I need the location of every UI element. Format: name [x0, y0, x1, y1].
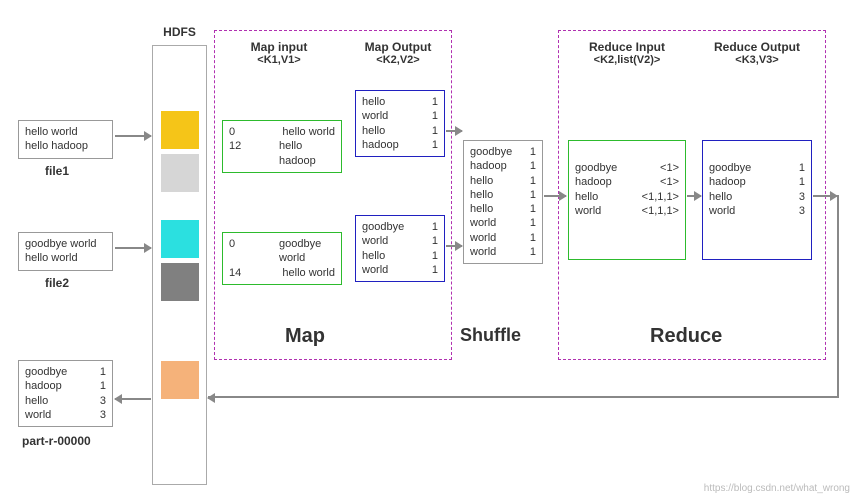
map-output-sub: <K2,V2> — [353, 54, 443, 66]
output-row: goodbye1 — [25, 365, 106, 379]
reduce-output-sub: <K3,V3> — [702, 54, 812, 66]
hdfs-block-4 — [161, 263, 199, 301]
reduce-input-header: Reduce Input <K2,list(V2)> — [572, 40, 682, 66]
map-out-row: hadoop1 — [362, 138, 438, 152]
map-out-row: world1 — [362, 234, 438, 248]
feedback-line-h — [208, 396, 839, 398]
shuffle-row: hello1 — [470, 202, 536, 216]
file2-line: goodbye world — [25, 237, 106, 251]
shuffle-row: hadoop1 — [470, 159, 536, 173]
reduce-out-row: world3 — [709, 204, 805, 218]
reduce-out-row: hello3 — [709, 190, 805, 204]
map-in-row: 14hello world — [229, 266, 335, 280]
arrow-icon — [115, 398, 151, 400]
reduce-in-row: hello<1,1,1> — [575, 190, 679, 204]
shuffle-row: hello1 — [470, 174, 536, 188]
output-row: hello3 — [25, 394, 106, 408]
file1-box: hello world hello hadoop — [18, 120, 113, 159]
hdfs-block-2 — [161, 154, 199, 192]
map-in-row: 12hello hadoop — [229, 139, 335, 168]
reduce-in-row: world<1,1,1> — [575, 204, 679, 218]
arrow-icon — [208, 397, 209, 399]
reduce-out-row: goodbye1 — [709, 161, 805, 175]
map-in-row: 0goodbye world — [229, 237, 335, 266]
reduce-stage-label: Reduce — [650, 325, 722, 348]
map-out-row: world1 — [362, 263, 438, 277]
map-input-1: 0hello world 12hello hadoop — [222, 120, 342, 173]
file2-box: goodbye world hello world — [18, 232, 113, 271]
map-input-2: 0goodbye world 14hello world — [222, 232, 342, 285]
map-input-title: Map input — [225, 40, 333, 54]
hdfs-column — [152, 45, 207, 485]
map-output-1: hello1 world1 hello1 hadoop1 — [355, 90, 445, 157]
map-input-sub: <K1,V1> — [225, 54, 333, 66]
map-out-row: goodbye1 — [362, 220, 438, 234]
shuffle-box: goodbye1 hadoop1 hello1 hello1 hello1 wo… — [463, 140, 543, 264]
map-output-title: Map Output — [353, 40, 443, 54]
hdfs-title: HDFS — [152, 25, 207, 39]
file1-label: file1 — [45, 164, 69, 178]
reduce-in-row: goodbye<1> — [575, 161, 679, 175]
shuffle-row: world1 — [470, 245, 536, 259]
reduce-input-sub: <K2,list(V2)> — [572, 54, 682, 66]
arrow-icon — [813, 195, 837, 197]
output-row: world3 — [25, 408, 106, 422]
map-container — [214, 30, 452, 360]
arrow-icon — [446, 245, 462, 247]
output-row: hadoop1 — [25, 379, 106, 393]
reduce-in-row: hadoop<1> — [575, 175, 679, 189]
map-out-row: hello1 — [362, 249, 438, 263]
file2-label: file2 — [45, 276, 69, 290]
arrow-icon — [446, 130, 462, 132]
map-output-header: Map Output <K2,V2> — [353, 40, 443, 66]
reduce-input-box: goodbye<1> hadoop<1> hello<1,1,1> world<… — [568, 140, 686, 260]
hdfs-block-5 — [161, 361, 199, 399]
arrow-icon — [115, 135, 151, 137]
arrow-icon — [115, 247, 151, 249]
shuffle-row: goodbye1 — [470, 145, 536, 159]
map-output-2: goodbye1 world1 hello1 world1 — [355, 215, 445, 282]
shuffle-row: world1 — [470, 231, 536, 245]
hdfs-block-1 — [161, 111, 199, 149]
map-out-row: hello1 — [362, 95, 438, 109]
reduce-output-box: goodbye1 hadoop1 hello3 world3 — [702, 140, 812, 260]
map-out-row: hello1 — [362, 124, 438, 138]
reduce-output-title: Reduce Output — [702, 40, 812, 54]
reduce-input-title: Reduce Input — [572, 40, 682, 54]
reduce-output-header: Reduce Output <K3,V3> — [702, 40, 812, 66]
shuffle-row: world1 — [470, 216, 536, 230]
map-stage-label: Map — [285, 325, 325, 348]
arrow-icon — [544, 195, 566, 197]
file1-line: hello world — [25, 125, 106, 139]
file2-line: hello world — [25, 251, 106, 265]
arrow-icon — [687, 195, 701, 197]
shuffle-stage-label: Shuffle — [460, 325, 521, 346]
map-out-row: world1 — [362, 109, 438, 123]
output-label: part-r-00000 — [22, 434, 91, 448]
feedback-line-v — [837, 195, 839, 398]
shuffle-row: hello1 — [470, 188, 536, 202]
map-input-header: Map input <K1,V1> — [225, 40, 333, 66]
output-box: goodbye1 hadoop1 hello3 world3 — [18, 360, 113, 427]
map-in-row: 0hello world — [229, 125, 335, 139]
file1-line: hello hadoop — [25, 139, 106, 153]
hdfs-block-3 — [161, 220, 199, 258]
reduce-out-row: hadoop1 — [709, 175, 805, 189]
watermark: https://blog.csdn.net/what_wrong — [704, 483, 850, 494]
